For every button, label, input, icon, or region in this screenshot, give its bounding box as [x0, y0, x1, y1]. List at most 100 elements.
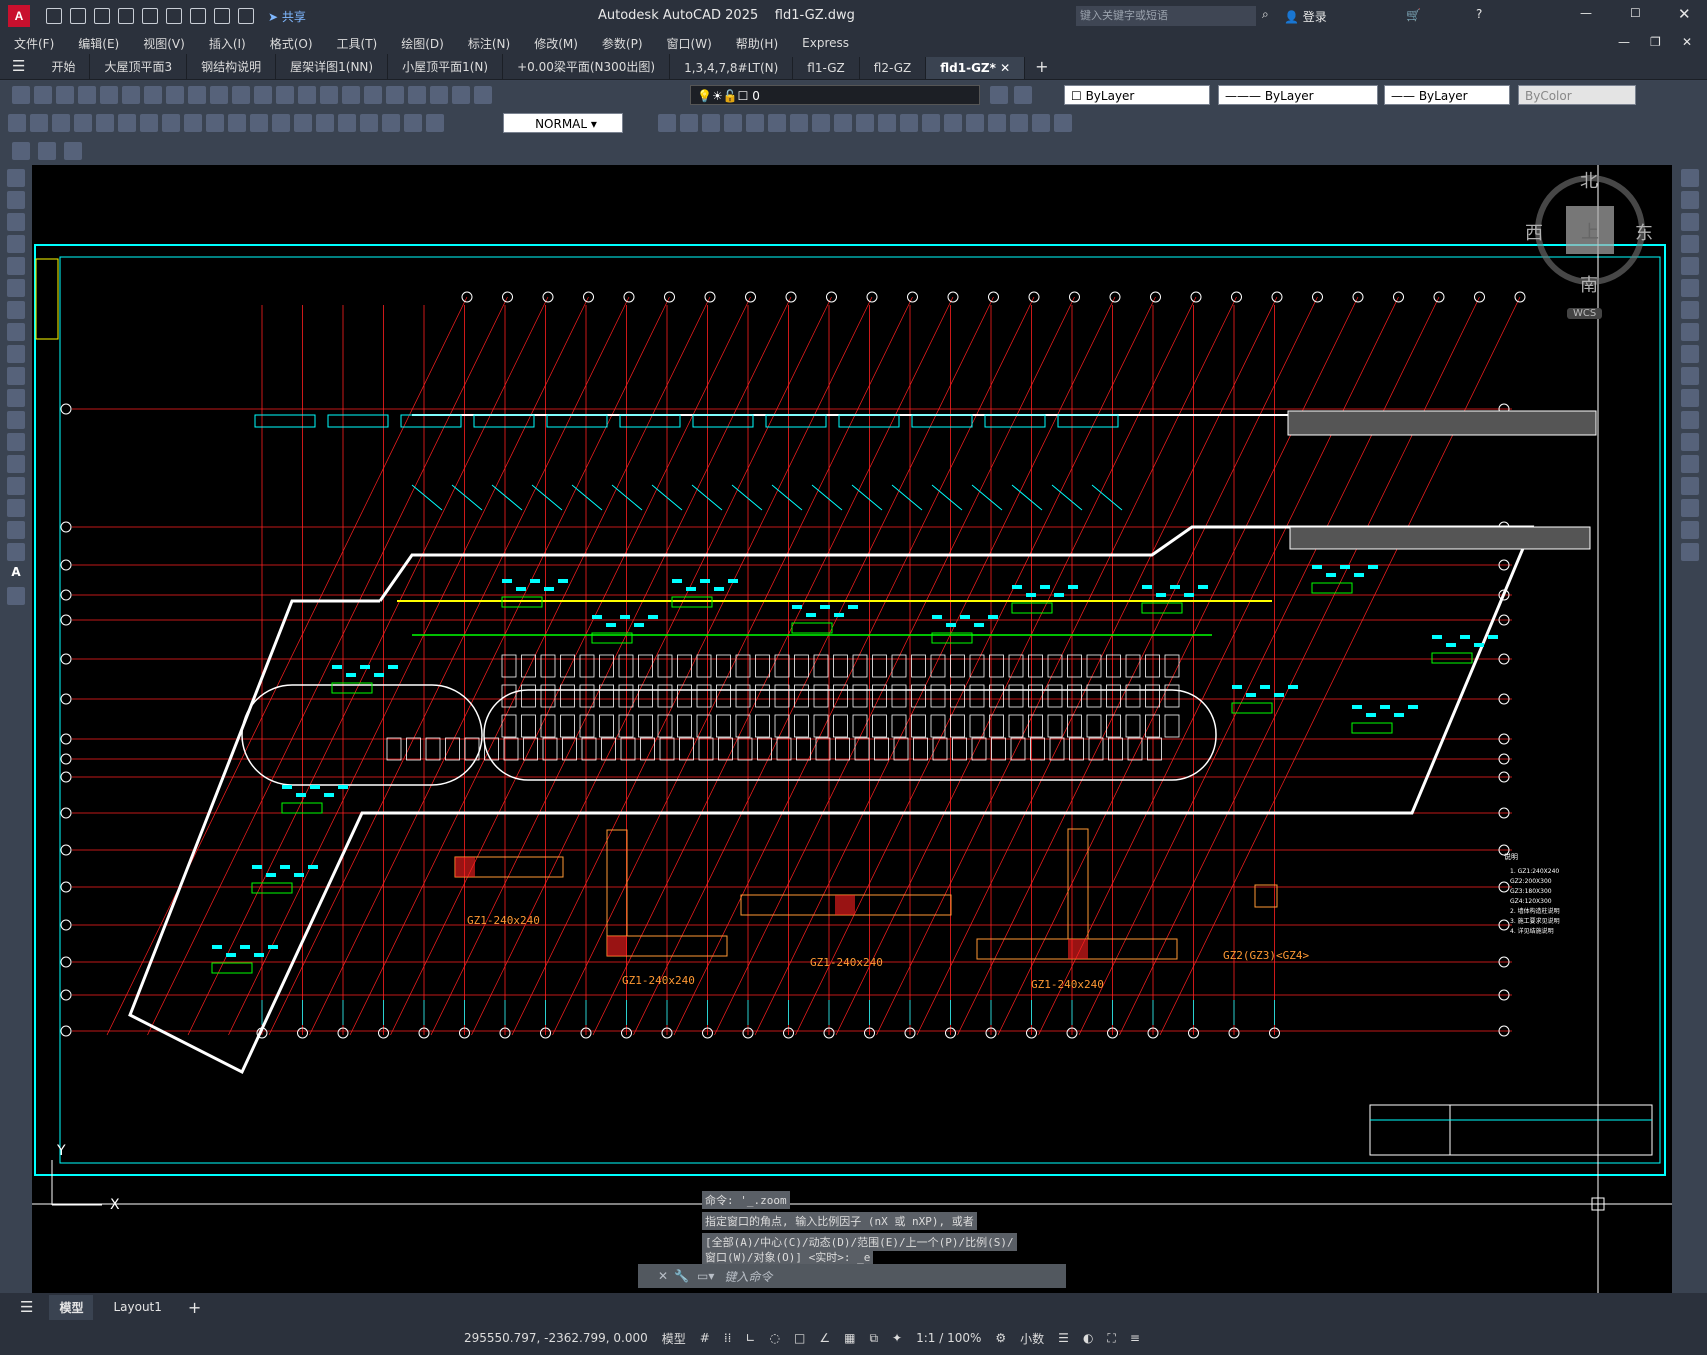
layer-state-icon[interactable]: [474, 86, 492, 104]
properties-icon[interactable]: [342, 86, 360, 104]
dim-linear-icon[interactable]: [8, 114, 26, 132]
help-icon[interactable]: [430, 86, 448, 104]
shell-icon[interactable]: [878, 114, 896, 132]
menu-tools[interactable]: 工具(T): [337, 35, 378, 52]
dim-radius-icon[interactable]: [96, 114, 114, 132]
fullscreen-icon[interactable]: ⛶: [1107, 1331, 1115, 1346]
scale-icon[interactable]: [1680, 323, 1699, 341]
customize-icon[interactable]: ≡: [1130, 1331, 1140, 1345]
login-button[interactable]: 👤 登录: [1284, 8, 1327, 25]
gradient-icon[interactable]: [7, 499, 25, 517]
insert-block-icon[interactable]: [12, 142, 30, 160]
tab-fld1-gz[interactable]: fld1-GZ* ✕: [926, 57, 1026, 79]
solid-box-icon[interactable]: [658, 114, 676, 132]
slice-icon[interactable]: [768, 114, 786, 132]
dim-space-icon[interactable]: [250, 114, 268, 132]
rotate-icon[interactable]: [1680, 301, 1699, 319]
calculator-icon[interactable]: [408, 86, 426, 104]
solid-union-icon[interactable]: [680, 114, 698, 132]
minimize-button[interactable]: —: [1580, 6, 1592, 20]
save-icon[interactable]: [94, 8, 110, 24]
dim-angular-icon[interactable]: [162, 114, 180, 132]
open-icon[interactable]: [70, 8, 86, 24]
add-layout-button[interactable]: +: [188, 1298, 201, 1317]
open-web-icon[interactable]: [142, 8, 158, 24]
publish-icon[interactable]: [122, 86, 140, 104]
dim-ordinate-icon[interactable]: [74, 114, 92, 132]
taper-face-icon[interactable]: [1010, 114, 1028, 132]
menu-window[interactable]: 窗口(W): [667, 35, 712, 52]
join-icon[interactable]: [1680, 455, 1699, 473]
command-line[interactable]: ✕ 🔧 ▭▾ 键入命令: [638, 1264, 1066, 1288]
tab-small-roof-plan[interactable]: 小屋顶平面1(N): [388, 54, 504, 79]
tab-beam-plan[interactable]: +0.00梁平面(N300出图): [503, 54, 671, 79]
color-dropdown[interactable]: ☐ ByLayer: [1064, 85, 1210, 105]
annotation-scale[interactable]: 1:1 / 100%: [916, 1331, 981, 1345]
dim-edit-icon[interactable]: [382, 114, 400, 132]
menu-modify[interactable]: 修改(M): [534, 35, 578, 52]
close-button[interactable]: ✕: [1678, 5, 1691, 23]
ellipse-arc-icon[interactable]: [7, 389, 25, 407]
wcs-button[interactable]: WCS: [1567, 308, 1603, 319]
redo-icon[interactable]: [238, 8, 254, 24]
zoom-icon[interactable]: [298, 86, 316, 104]
menu-file[interactable]: 文件(F): [14, 35, 54, 52]
help-icon[interactable]: ?: [1476, 7, 1482, 21]
interfere-icon[interactable]: [812, 114, 830, 132]
offset-icon[interactable]: [1680, 235, 1699, 253]
break-icon[interactable]: [1680, 433, 1699, 451]
layer-dropdown[interactable]: 💡☀🔓☐ 0: [690, 85, 980, 105]
region-icon[interactable]: [7, 521, 25, 539]
flatshot-icon[interactable]: [834, 114, 852, 132]
tab-close-icon[interactable]: ✕: [1000, 61, 1010, 75]
mirror-icon[interactable]: [1680, 213, 1699, 231]
viewcube-west[interactable]: 西: [1525, 219, 1543, 245]
chamfer-icon[interactable]: [1680, 477, 1699, 495]
revolve-icon[interactable]: [746, 114, 764, 132]
redo-icon[interactable]: [254, 86, 272, 104]
extend-icon[interactable]: [1680, 389, 1699, 407]
copy-object-icon[interactable]: [1680, 191, 1699, 209]
new-tab-button[interactable]: +: [1025, 54, 1058, 79]
tool-palette-icon[interactable]: [386, 86, 404, 104]
fillet-icon[interactable]: [1680, 499, 1699, 517]
tolerance-icon[interactable]: [294, 114, 312, 132]
preview-icon[interactable]: [100, 86, 118, 104]
units-dropdown[interactable]: 小数: [1020, 1330, 1044, 1347]
grid-icon[interactable]: #: [700, 1331, 710, 1345]
linetype-dropdown[interactable]: ——— ByLayer: [1218, 85, 1378, 105]
match-prop-icon[interactable]: [210, 86, 228, 104]
dim-diameter-icon[interactable]: [140, 114, 158, 132]
dim-arc-icon[interactable]: [52, 114, 70, 132]
copy-face-icon[interactable]: [1032, 114, 1050, 132]
cut-icon[interactable]: [144, 86, 162, 104]
search-icon[interactable]: ⌕: [1262, 7, 1269, 22]
copy-icon[interactable]: [166, 86, 184, 104]
inspection-icon[interactable]: [338, 114, 356, 132]
tab-layout1[interactable]: Layout1: [103, 1296, 171, 1318]
dim-jogged-icon[interactable]: [118, 114, 136, 132]
tab-truss-detail[interactable]: 屋架详图1(NN): [276, 54, 389, 79]
tab-start[interactable]: 开始: [37, 54, 91, 79]
color-face-icon[interactable]: [1054, 114, 1072, 132]
menu-draw[interactable]: 绘图(D): [401, 35, 444, 52]
arc-icon[interactable]: [7, 279, 25, 297]
tab-lt[interactable]: 1,3,4,7,8#LT(N): [670, 57, 794, 79]
tab-model[interactable]: 模型: [49, 1294, 94, 1320]
dim-continue-icon[interactable]: [228, 114, 246, 132]
tab-steel-notes[interactable]: 钢结构说明: [187, 54, 277, 79]
move-icon[interactable]: [1680, 279, 1699, 297]
coordinates-readout[interactable]: 295550.797, -2362.799, 0.000: [464, 1331, 648, 1345]
selection-cycling-icon[interactable]: ⧉: [869, 1331, 878, 1346]
dim-baseline-icon[interactable]: [206, 114, 224, 132]
attribute-icon[interactable]: [63, 142, 82, 160]
center-mark-icon[interactable]: [316, 114, 334, 132]
tab-roof-plan-3[interactable]: 大屋顶平面3: [90, 54, 188, 79]
line-icon[interactable]: [7, 169, 25, 187]
design-center-icon[interactable]: [364, 86, 382, 104]
menu-format[interactable]: 格式(O): [270, 35, 313, 52]
doc-restore-button[interactable]: ❐: [1650, 35, 1661, 49]
viewcube-east[interactable]: 东: [1635, 219, 1653, 245]
autocad-logo-icon[interactable]: A: [8, 5, 30, 27]
doc-close-button[interactable]: ✕: [1682, 35, 1692, 49]
